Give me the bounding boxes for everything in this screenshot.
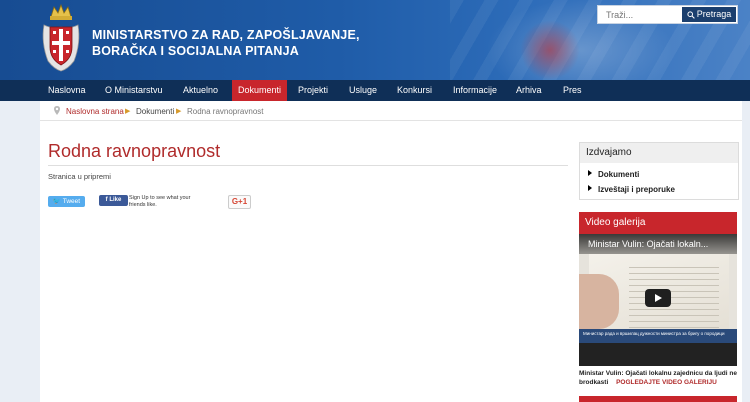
- search-icon: [687, 10, 695, 19]
- breadcrumb-separator-icon: ▶: [176, 108, 182, 115]
- izdvajamo-heading: Izdvajamo: [580, 143, 738, 163]
- sidebar-link-dokumenti[interactable]: Dokumenti: [588, 170, 639, 179]
- sidebar-link-izvestaji[interactable]: Izveštaji i preporuke: [588, 185, 675, 194]
- title-divider: [48, 165, 568, 166]
- search-button[interactable]: Pretraga: [682, 7, 736, 22]
- breadcrumb-home[interactable]: Naslovna strana: [66, 107, 124, 116]
- ministry-title-line1: MINISTARSTVO ZA RAD, ZAPOŠLJAVANJE,: [92, 28, 360, 42]
- site-header: MINISTARSTVO ZA RAD, ZAPOŠLJAVANJE, BORA…: [0, 0, 750, 80]
- search-input[interactable]: [598, 6, 682, 23]
- search-button-label: Pretraga: [696, 9, 732, 19]
- page-title: Rodna ravnopravnost: [48, 141, 221, 161]
- sidebar-next-heading: [579, 396, 737, 402]
- nav-item-aktuelno[interactable]: Aktuelno: [183, 80, 218, 101]
- nav-item-usluge[interactable]: Usluge: [349, 80, 377, 101]
- video-thumbnail[interactable]: Ministar Vulin: Ojačati lokaln... Минист…: [579, 234, 737, 366]
- arrow-right-icon: [588, 170, 592, 176]
- breadcrumb: Naslovna strana ▶ Dokumenti ▶ Rodna ravn…: [40, 101, 742, 121]
- facebook-icon: f: [105, 197, 108, 203]
- video-lower-third: Министар рада и вршилац дужности министр…: [579, 329, 737, 343]
- nav-item-dokumenti[interactable]: Dokumenti: [232, 80, 288, 101]
- twitter-icon: 🐦: [52, 198, 62, 205]
- video-gallery-link[interactable]: POGLEDAJTE VIDEO GALERIJU: [616, 379, 717, 386]
- izdvajamo-box: Izdvajamo Dokumenti Izveštaji i preporuk…: [579, 142, 739, 200]
- page-status-text: Stranica u pripremi: [48, 172, 111, 181]
- arrow-right-icon: [588, 185, 592, 191]
- sidebar-link-label: Izveštaji i preporuke: [598, 185, 675, 194]
- breadcrumb-dokumenti[interactable]: Dokumenti: [136, 107, 174, 116]
- nav-item-informacije[interactable]: Informacije: [453, 80, 497, 101]
- tweet-label: Tweet: [62, 198, 81, 205]
- nav-item-o-ministarstvu[interactable]: O Ministarstvu: [105, 80, 163, 101]
- content-panel: Naslovna strana ▶ Dokumenti ▶ Rodna ravn…: [40, 101, 742, 402]
- nav-item-konkursi[interactable]: Konkursi: [397, 80, 432, 101]
- breadcrumb-current: Rodna ravnopravnost: [187, 107, 264, 116]
- google-plus-button[interactable]: G+1: [228, 195, 251, 209]
- play-icon[interactable]: [645, 289, 671, 307]
- facebook-signup-text[interactable]: Sign Up to see what your friends like.: [129, 195, 201, 209]
- video-caption: Ministar Vulin: Ojačati lokalnu zajednic…: [579, 369, 739, 387]
- header-flag-accent: [520, 20, 580, 80]
- nav-item-pres[interactable]: Pres: [563, 80, 582, 101]
- coat-of-arms-icon[interactable]: [40, 3, 82, 75]
- nav-item-arhiva[interactable]: Arhiva: [516, 80, 542, 101]
- nav-item-projekti[interactable]: Projekti: [298, 80, 328, 101]
- main-nav: Naslovna O Ministarstvu Aktuelno Dokumen…: [0, 80, 750, 101]
- video-frame-text-lines: [629, 264, 719, 334]
- search-box: Pretraga: [597, 5, 738, 24]
- ministry-title-line2: BORAČKA I SOCIJALNA PITANJA: [92, 44, 300, 58]
- sidebar-link-label: Dokumenti: [598, 170, 640, 179]
- location-pin-icon: [54, 106, 60, 115]
- video-gallery-heading: Video galerija: [579, 212, 737, 234]
- like-label: Like: [109, 197, 122, 203]
- facebook-like-button[interactable]: f Like: [99, 195, 128, 206]
- ministry-title[interactable]: MINISTARSTVO ZA RAD, ZAPOŠLJAVANJE, BORA…: [92, 27, 360, 59]
- video-overlay-title: Ministar Vulin: Ojačati lokaln...: [579, 234, 737, 254]
- video-bottom-bar: [579, 343, 737, 366]
- nav-item-naslovna[interactable]: Naslovna: [48, 80, 86, 101]
- video-frame-hand: [579, 274, 619, 329]
- tweet-button[interactable]: 🐦 Tweet: [48, 196, 85, 207]
- breadcrumb-separator-icon: ▶: [125, 108, 131, 115]
